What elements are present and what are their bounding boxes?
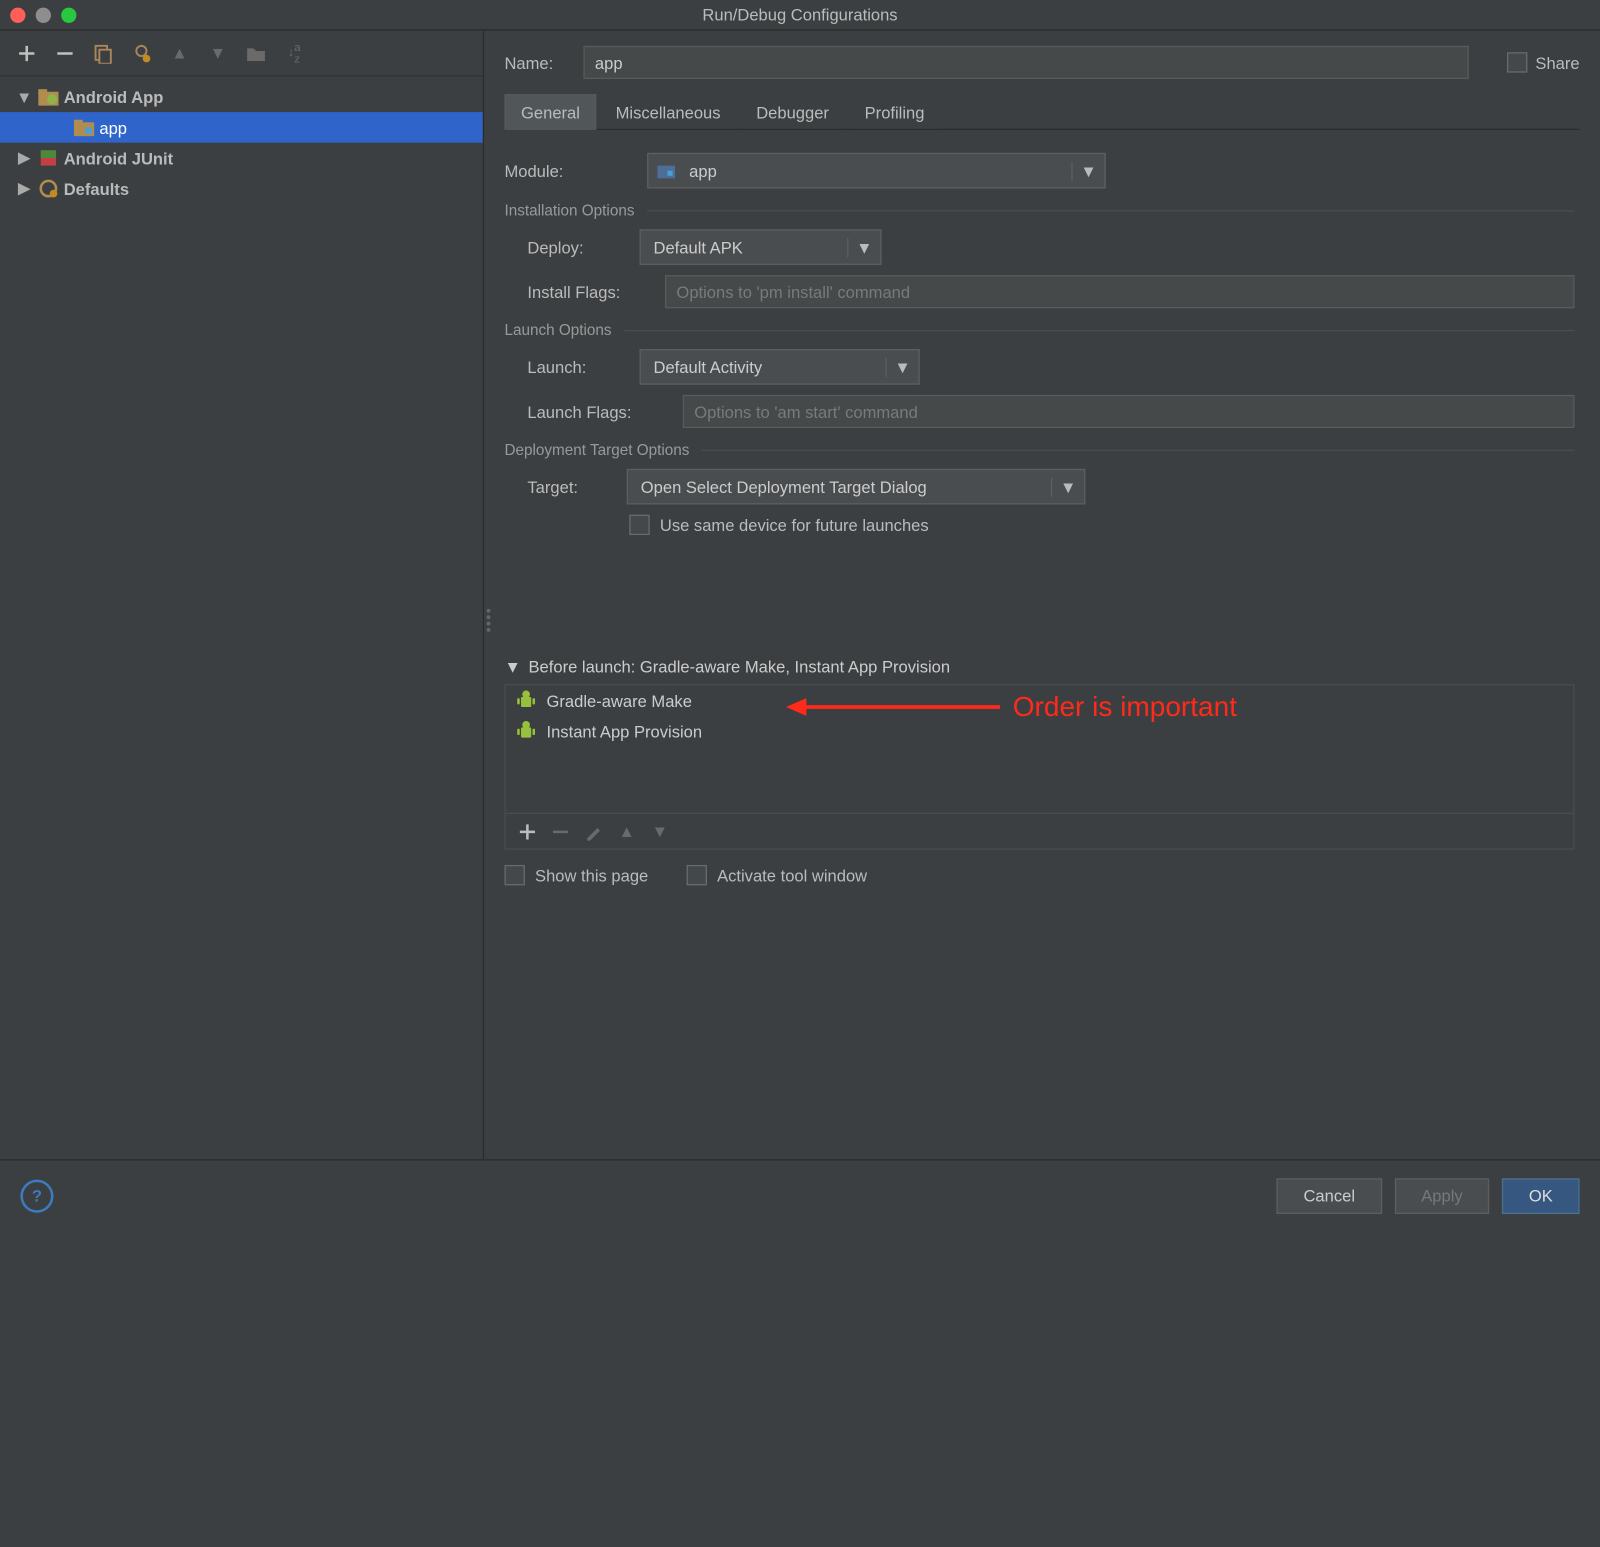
module-icon: [656, 161, 676, 181]
show-page-label: Show this page: [535, 866, 648, 885]
tab-miscellaneous[interactable]: Miscellaneous: [599, 94, 737, 128]
edit-templates-button[interactable]: [127, 39, 155, 67]
titlebar: Run/Debug Configurations: [0, 0, 1600, 31]
name-input[interactable]: [583, 46, 1469, 79]
twisty-down-icon: ▼: [504, 657, 520, 676]
target-select[interactable]: Open Select Deployment Target Dialog ▼: [627, 469, 1086, 505]
launch-select[interactable]: Default Activity ▼: [639, 349, 919, 385]
wrench-gear-icon: [38, 178, 58, 198]
dialog-button-bar: ? Cancel Apply OK: [0, 1159, 1600, 1230]
deploy-value: Default APK: [641, 238, 847, 257]
module-select[interactable]: app ▼: [647, 153, 1106, 189]
show-page-checkbox[interactable]: [504, 865, 524, 885]
launch-section-label: Launch Options: [504, 321, 611, 339]
folder-button: [242, 39, 270, 67]
tree-row-app[interactable]: app: [0, 112, 483, 143]
before-launch-title: Before launch: Gradle-aware Make, Instan…: [529, 657, 951, 676]
tree-item-label: Android JUnit: [64, 148, 173, 167]
target-label: Target:: [527, 477, 611, 496]
module-label: Module:: [504, 161, 631, 180]
bl-down-button: ▼: [646, 817, 674, 845]
twisty-icon: ▼: [15, 87, 33, 106]
tree-row-defaults[interactable]: ▶ Defaults: [0, 173, 483, 204]
before-launch-item[interactable]: Gradle-aware Make: [506, 685, 1574, 716]
android-icon: [516, 721, 536, 741]
android-icon: [516, 690, 536, 710]
launch-value: Default Activity: [641, 357, 886, 376]
config-tree[interactable]: ▼ Android App app ▶ Android JUnit ▶ Defaults: [0, 76, 483, 1159]
dialog-title: Run/Debug Configurations: [0, 5, 1600, 24]
tree-item-label: Defaults: [64, 179, 129, 198]
share-label: Share: [1535, 53, 1579, 72]
cancel-button[interactable]: Cancel: [1277, 1178, 1382, 1214]
tab-debugger[interactable]: Debugger: [740, 94, 846, 128]
bl-up-button: ▲: [613, 817, 641, 845]
before-launch-item-label: Instant App Provision: [546, 722, 702, 741]
chevron-down-icon: ▼: [1071, 161, 1104, 180]
before-launch-item-label: Gradle-aware Make: [546, 691, 691, 710]
android-app-folder-icon: [38, 87, 58, 107]
bl-remove-button: [546, 817, 574, 845]
target-value: Open Select Deployment Target Dialog: [628, 477, 1051, 496]
add-config-button[interactable]: [13, 39, 41, 67]
activate-tool-label: Activate tool window: [717, 866, 867, 885]
tab-profiling[interactable]: Profiling: [848, 94, 941, 128]
move-up-button: ▲: [166, 39, 194, 67]
before-launch-header[interactable]: ▼ Before launch: Gradle-aware Make, Inst…: [504, 657, 1574, 676]
deploy-label: Deploy:: [527, 238, 624, 257]
twisty-icon: ▶: [15, 178, 33, 198]
app-icon: [74, 117, 94, 137]
name-label: Name:: [504, 53, 570, 72]
chevron-down-icon: ▼: [847, 238, 880, 257]
apply-button: Apply: [1394, 1178, 1489, 1214]
config-editor: Name: Share GeneralMiscellaneousDebugger…: [484, 31, 1600, 1160]
tree-row-android-app[interactable]: ▼ Android App: [0, 82, 483, 113]
copy-config-button[interactable]: [89, 39, 117, 67]
share-checkbox[interactable]: [1507, 52, 1527, 72]
before-launch-item[interactable]: Instant App Provision: [506, 716, 1574, 747]
help-button[interactable]: ?: [20, 1179, 53, 1212]
install-section-label: Installation Options: [504, 201, 634, 219]
chevron-down-icon: ▼: [885, 357, 918, 376]
twisty-icon: ▶: [15, 148, 33, 168]
bl-add-button[interactable]: [513, 817, 541, 845]
before-launch-list[interactable]: Gradle-aware MakeInstant App Provision O…: [504, 684, 1574, 850]
launch-flags-input[interactable]: [683, 395, 1575, 428]
tree-item-label: app: [99, 118, 127, 137]
run-debug-config-dialog: Run/Debug Configurations ▲ ▼ ↓az ▼ Androi…: [0, 0, 1600, 1231]
move-down-button: ▼: [204, 39, 232, 67]
same-device-checkbox[interactable]: [629, 515, 649, 535]
install-flags-input[interactable]: [665, 275, 1575, 308]
junit-icon: [38, 148, 58, 168]
bl-edit-button: [580, 817, 608, 845]
chevron-down-icon: ▼: [1051, 477, 1084, 496]
tab-bar: GeneralMiscellaneousDebuggerProfiling: [504, 94, 1579, 130]
remove-config-button[interactable]: [51, 39, 79, 67]
same-device-label: Use same device for future launches: [660, 515, 929, 534]
launch-flags-label: Launch Flags:: [527, 402, 667, 421]
activate-tool-checkbox[interactable]: [687, 865, 707, 885]
deploy-select[interactable]: Default APK ▼: [639, 229, 881, 265]
tree-row-android-junit[interactable]: ▶ Android JUnit: [0, 143, 483, 174]
general-panel: Module: app ▼ Installation Options Deplo…: [504, 143, 1579, 1160]
ok-button[interactable]: OK: [1502, 1178, 1579, 1214]
deploy-target-section-label: Deployment Target Options: [504, 441, 689, 459]
sidebar-toolbar: ▲ ▼ ↓az: [0, 31, 483, 77]
module-value: app: [676, 161, 1071, 180]
tree-item-label: Android App: [64, 87, 164, 106]
before-launch-toolbar: ▲ ▼: [506, 813, 1574, 849]
tab-general[interactable]: General: [504, 94, 596, 130]
config-sidebar: ▲ ▼ ↓az ▼ Android App app ▶ Android JUnit ▶ De…: [0, 31, 484, 1160]
sort-az-button: ↓az: [280, 39, 308, 67]
splitter-handle[interactable]: [484, 595, 494, 646]
launch-label: Launch:: [527, 357, 624, 376]
install-flags-label: Install Flags:: [527, 282, 649, 301]
